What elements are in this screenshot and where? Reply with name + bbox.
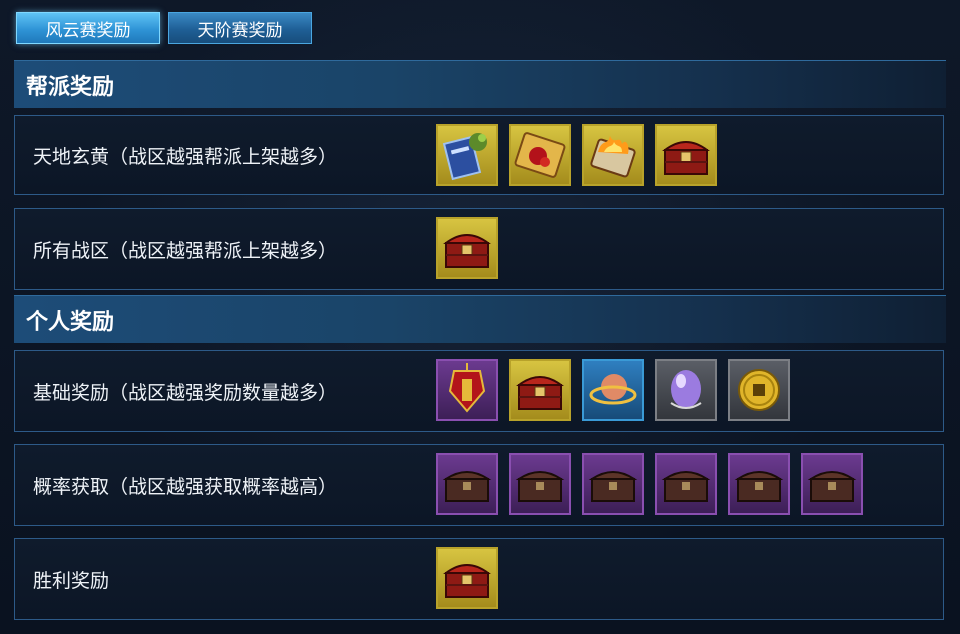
row-label: 胜利奖励 bbox=[33, 569, 110, 592]
scroll-icon[interactable] bbox=[509, 124, 571, 186]
reward-items bbox=[436, 359, 790, 421]
reward-items bbox=[436, 453, 863, 515]
crystal-egg-icon[interactable] bbox=[655, 359, 717, 421]
tab-fengyun-rewards[interactable]: 风云赛奖励 bbox=[16, 12, 160, 44]
row-label: 所有战区（战区越强帮派上架越多） bbox=[33, 239, 338, 262]
reward-row-probability: 概率获取（战区越强获取概率越高） bbox=[14, 444, 944, 526]
reward-items bbox=[436, 124, 717, 186]
reward-items bbox=[436, 217, 498, 279]
reward-row-victory: 胜利奖励 bbox=[14, 538, 944, 620]
section-header-guild-rewards: 帮派奖励 bbox=[14, 60, 946, 108]
gold-coin-icon[interactable] bbox=[728, 359, 790, 421]
row-label: 基础奖励（战区越强奖励数量越多） bbox=[33, 381, 338, 404]
book-icon[interactable] bbox=[436, 124, 498, 186]
dark-chest-icon[interactable] bbox=[582, 453, 644, 515]
reward-row-all-zones: 所有战区（战区越强帮派上架越多） bbox=[14, 208, 944, 290]
token-pendant-icon[interactable] bbox=[436, 359, 498, 421]
dark-chest-icon[interactable] bbox=[436, 453, 498, 515]
section-header-personal-rewards: 个人奖励 bbox=[14, 295, 946, 343]
dark-chest-icon[interactable] bbox=[801, 453, 863, 515]
dark-chest-icon[interactable] bbox=[655, 453, 717, 515]
dark-chest-icon[interactable] bbox=[509, 453, 571, 515]
reward-tabs: 风云赛奖励 天阶赛奖励 bbox=[16, 12, 312, 44]
treasure-chest-icon[interactable] bbox=[655, 124, 717, 186]
section-title: 帮派奖励 bbox=[26, 73, 115, 100]
row-label: 天地玄黄（战区越强帮派上架越多） bbox=[33, 145, 338, 168]
reward-row-tiandi: 天地玄黄（战区越强帮派上架越多） bbox=[14, 115, 944, 195]
treasure-chest-icon[interactable] bbox=[436, 547, 498, 609]
treasure-chest-icon[interactable] bbox=[436, 217, 498, 279]
flame-scroll-icon[interactable] bbox=[582, 124, 644, 186]
dark-chest-icon[interactable] bbox=[728, 453, 790, 515]
treasure-chest-icon[interactable] bbox=[509, 359, 571, 421]
orb-ring-icon[interactable] bbox=[582, 359, 644, 421]
section-title: 个人奖励 bbox=[26, 308, 115, 335]
reward-items bbox=[436, 547, 498, 609]
row-label: 概率获取（战区越强获取概率越高） bbox=[33, 475, 338, 498]
tab-tianjie-rewards[interactable]: 天阶赛奖励 bbox=[168, 12, 312, 44]
reward-row-basic: 基础奖励（战区越强奖励数量越多） bbox=[14, 350, 944, 432]
